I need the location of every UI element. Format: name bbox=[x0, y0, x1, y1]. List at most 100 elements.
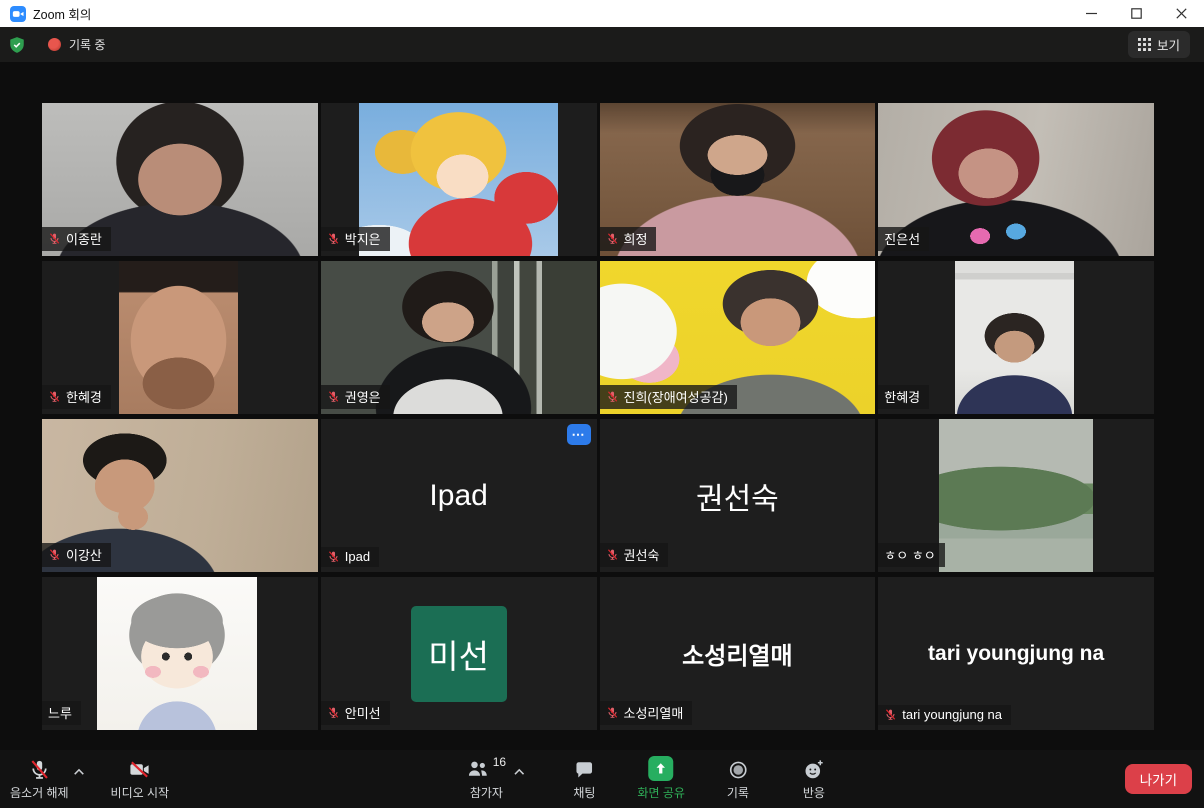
participants-options-chevron[interactable] bbox=[511, 764, 527, 780]
muted-mic-icon bbox=[606, 706, 619, 719]
participant-name-label: 권영은 bbox=[321, 385, 390, 409]
muted-mic-icon bbox=[606, 390, 619, 403]
participant-name: 진희(장애여성공감) bbox=[624, 387, 728, 406]
meeting-status-bar: 기록 중 보기 bbox=[0, 27, 1204, 62]
participant-name: 희정 bbox=[624, 229, 648, 248]
participant-name: ㅎㅇ ㅎㅇ bbox=[884, 545, 935, 564]
security-shield-icon[interactable] bbox=[8, 36, 26, 54]
muted-mic-icon bbox=[884, 708, 897, 721]
participant-tile[interactable]: Ipad ⋯ Ipad bbox=[321, 419, 597, 572]
participant-name-label: 한혜경 bbox=[878, 385, 929, 409]
mic-muted-icon bbox=[28, 758, 51, 781]
record-icon bbox=[727, 759, 749, 781]
unmute-button[interactable]: 음소거 해제 bbox=[10, 757, 69, 801]
participants-count-badge: 16 bbox=[493, 755, 506, 769]
participant-name-label: 권선숙 bbox=[600, 543, 669, 567]
start-video-label: 비디오 시작 bbox=[111, 784, 170, 801]
participants-label: 참가자 bbox=[470, 784, 503, 801]
minimize-button[interactable] bbox=[1069, 0, 1114, 27]
muted-mic-icon bbox=[48, 390, 61, 403]
participant-name-label: Ipad bbox=[321, 547, 379, 567]
participant-tile[interactable]: 박지은 bbox=[321, 103, 597, 256]
participant-tile[interactable]: 소성리열매 소성리열매 bbox=[600, 577, 876, 730]
chat-label: 채팅 bbox=[573, 784, 595, 801]
muted-mic-icon bbox=[606, 232, 619, 245]
muted-mic-icon bbox=[327, 390, 340, 403]
participant-name-label: 이강산 bbox=[42, 543, 111, 567]
share-screen-icon bbox=[649, 756, 674, 781]
participant-tile[interactable]: 한혜경 bbox=[42, 261, 318, 414]
participant-tile[interactable]: 권영은 bbox=[321, 261, 597, 414]
muted-mic-icon bbox=[48, 548, 61, 561]
participant-tile[interactable]: ㅎㅇ ㅎㅇ bbox=[878, 419, 1154, 572]
view-button[interactable]: 보기 bbox=[1128, 31, 1190, 58]
start-video-button[interactable]: 비디오 시작 bbox=[111, 757, 170, 801]
reactions-button[interactable]: 반응 bbox=[791, 757, 837, 801]
video-feed bbox=[955, 261, 1074, 414]
participant-name: 권영은 bbox=[345, 387, 381, 406]
participants-icon bbox=[467, 757, 490, 780]
participant-name: 안미선 bbox=[345, 703, 381, 722]
participant-tile[interactable]: 권선숙 권선숙 bbox=[600, 419, 876, 572]
participant-name-label: ㅎㅇ ㅎㅇ bbox=[878, 543, 944, 567]
reactions-smiley-icon bbox=[802, 758, 825, 781]
participant-tile[interactable]: 진희(장애여성공감) bbox=[600, 261, 876, 414]
chat-button[interactable]: 채팅 bbox=[561, 757, 607, 801]
window-title: Zoom 회의 bbox=[33, 4, 91, 23]
participant-tile-active-speaker[interactable]: 진은선 bbox=[878, 103, 1154, 256]
participant-name-label: 소성리열매 bbox=[600, 701, 693, 725]
participant-name-label: 안미선 bbox=[321, 701, 390, 725]
participant-name-label: 이종란 bbox=[42, 227, 111, 251]
participant-name-label: 진은선 bbox=[878, 227, 929, 251]
view-label: 보기 bbox=[1157, 35, 1180, 54]
participant-name: tari youngjung na bbox=[902, 707, 1002, 722]
window-title-bar: Zoom 회의 bbox=[0, 0, 1204, 27]
record-label: 기록 bbox=[727, 784, 749, 801]
video-feed bbox=[119, 261, 238, 414]
recording-label: 기록 중 bbox=[69, 36, 105, 53]
participant-tile[interactable]: 이종란 bbox=[42, 103, 318, 256]
participant-tile[interactable]: 한혜경 bbox=[878, 261, 1154, 414]
more-options-badge-icon[interactable]: ⋯ bbox=[567, 424, 591, 445]
muted-mic-icon bbox=[48, 232, 61, 245]
participant-name: 권선숙 bbox=[624, 545, 660, 564]
participant-name: 소성리열매 bbox=[624, 703, 684, 722]
participant-name-label: 한혜경 bbox=[42, 385, 111, 409]
participant-name-label: tari youngjung na bbox=[878, 705, 1011, 725]
participant-tile[interactable]: 희정 bbox=[600, 103, 876, 256]
recording-indicator[interactable]: 기록 중 bbox=[48, 36, 105, 53]
participant-name-label: 희정 bbox=[600, 227, 657, 251]
video-feed bbox=[97, 577, 257, 730]
participants-button[interactable]: 16 참가자 bbox=[463, 757, 509, 801]
maximize-button[interactable] bbox=[1114, 0, 1159, 27]
participant-tile[interactable]: tari youngjung na tari youngjung na bbox=[878, 577, 1154, 730]
muted-mic-icon bbox=[327, 706, 340, 719]
participant-name-label: 박지은 bbox=[321, 227, 390, 251]
record-button[interactable]: 기록 bbox=[715, 757, 761, 801]
muted-mic-icon bbox=[327, 232, 340, 245]
unmute-label: 음소거 해제 bbox=[10, 784, 69, 801]
participant-tile[interactable]: 느루 bbox=[42, 577, 318, 730]
recording-dot-icon bbox=[48, 38, 61, 51]
participant-name: 느루 bbox=[48, 703, 72, 722]
participant-name: 한혜경 bbox=[66, 387, 102, 406]
video-feed bbox=[939, 419, 1093, 572]
participant-avatar: 미선 bbox=[411, 606, 507, 702]
participant-name: 이종란 bbox=[66, 229, 102, 248]
close-button[interactable] bbox=[1159, 0, 1204, 27]
participant-name: Ipad bbox=[345, 549, 370, 564]
audio-options-chevron[interactable] bbox=[71, 764, 87, 780]
muted-mic-icon bbox=[327, 550, 340, 563]
participant-tile[interactable]: 미선 안미선 bbox=[321, 577, 597, 730]
participant-name: 진은선 bbox=[884, 229, 920, 248]
leave-meeting-button[interactable]: 나가기 bbox=[1125, 764, 1192, 794]
participant-name-label: 느루 bbox=[42, 701, 81, 725]
meeting-toolbar: 음소거 해제 비디오 시작 16 참가자 채팅 bbox=[0, 750, 1204, 808]
participant-name: 한혜경 bbox=[884, 387, 920, 406]
share-screen-button[interactable]: 화면 공유 bbox=[637, 757, 685, 801]
camera-off-icon bbox=[128, 758, 151, 781]
video-grid: 이종란 박지은 희정 진은선 한혜경 권영은 bbox=[42, 103, 1154, 730]
participant-name-label: 진희(장애여성공감) bbox=[600, 385, 737, 409]
share-screen-label: 화면 공유 bbox=[637, 784, 685, 801]
participant-tile[interactable]: 이강산 bbox=[42, 419, 318, 572]
